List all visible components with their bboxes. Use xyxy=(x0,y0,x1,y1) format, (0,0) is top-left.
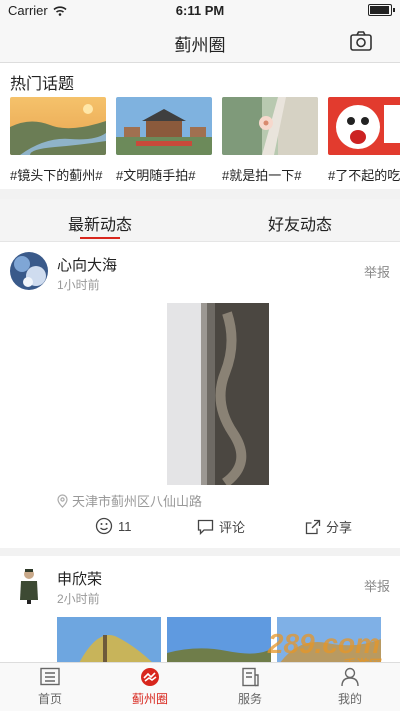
topic-label: #镜头下的蓟州# xyxy=(10,168,103,182)
tab-latest[interactable]: 最新动态 xyxy=(0,211,200,235)
tab-service[interactable]: 服务 xyxy=(200,667,300,707)
tab-label: 服务 xyxy=(237,692,262,706)
post-author[interactable]: 申欣荣 xyxy=(57,568,102,589)
post-photo[interactable] xyxy=(167,617,271,662)
topic-card[interactable]: #了不起的吃 xyxy=(328,97,400,182)
hot-topics-list: #镜头下的蓟州# #文明随手拍# #就是拍一下# #了不起的吃 xyxy=(10,97,400,182)
camera-icon[interactable] xyxy=(350,31,372,51)
clock: 6:11 PM xyxy=(175,3,225,18)
section-divider xyxy=(0,189,400,199)
like-button[interactable]: 11 xyxy=(95,517,132,535)
location-text: 天津市蓟州区八仙山路 xyxy=(72,494,203,509)
location-pin-icon xyxy=(57,493,68,508)
nav-bar: 蓟州圈 xyxy=(0,20,400,63)
status-bar: Carrier 6:11 PM xyxy=(0,0,400,20)
avatar[interactable] xyxy=(10,252,48,290)
profile-icon xyxy=(341,667,359,687)
like-count: 11 xyxy=(118,518,132,534)
topic-thumbnail xyxy=(10,97,106,155)
share-button[interactable]: 分享 xyxy=(305,517,352,536)
report-button[interactable]: 举报 xyxy=(364,262,390,281)
battery-icon xyxy=(368,4,395,16)
bottom-tab-bar: 首页 蓟州圈 服务 我的 xyxy=(0,662,400,711)
topic-card[interactable]: #镜头下的蓟州# xyxy=(10,97,106,182)
topic-thumbnail xyxy=(116,97,212,155)
post-photo[interactable] xyxy=(57,617,161,662)
tab-home[interactable]: 首页 xyxy=(0,667,100,707)
post-time: 2小时前 xyxy=(57,592,100,606)
service-icon xyxy=(242,667,259,687)
share-label: 分享 xyxy=(326,520,353,535)
post-location: 天津市蓟州区八仙山路 xyxy=(57,491,202,510)
tab-label: 我的 xyxy=(337,692,362,706)
tab-friends[interactable]: 好友动态 xyxy=(200,211,400,235)
topic-thumbnail xyxy=(222,97,318,155)
hot-topics-title: 热门话题 xyxy=(10,76,75,93)
tab-label: 首页 xyxy=(37,692,62,706)
post-time: 1小时前 xyxy=(57,278,100,292)
smile-icon xyxy=(95,517,113,535)
tab-label: 蓟州圈 xyxy=(131,692,168,706)
post-actions: 11 评论 分享 xyxy=(0,517,400,541)
active-tab-indicator xyxy=(80,237,120,239)
post-author[interactable]: 心向大海 xyxy=(57,254,117,275)
comment-label: 评论 xyxy=(219,520,246,535)
report-button[interactable]: 举报 xyxy=(364,576,390,595)
home-icon xyxy=(40,667,60,686)
jizhou-circle-icon xyxy=(141,668,159,686)
battery-level xyxy=(370,6,389,14)
tab-profile[interactable]: 我的 xyxy=(300,667,400,707)
tab-jizhou-circle[interactable]: 蓟州圈 xyxy=(100,667,200,707)
topic-card[interactable]: #就是拍一下# xyxy=(222,97,318,182)
topic-label: #就是拍一下# xyxy=(222,168,302,182)
avatar[interactable] xyxy=(10,566,48,604)
comment-button[interactable]: 评论 xyxy=(197,517,245,536)
feed-post: 心向大海 1小时前 举报 天津市蓟州区八仙山路 11 评论 分享 xyxy=(0,242,400,548)
share-icon xyxy=(305,519,321,534)
post-photo[interactable] xyxy=(167,303,269,485)
feed-tabs: 最新动态 好友动态 xyxy=(0,199,400,242)
topic-card[interactable]: #文明随手拍# xyxy=(116,97,212,182)
page-title: 蓟州圈 xyxy=(174,36,226,55)
post-separator xyxy=(0,548,400,556)
comment-icon xyxy=(197,519,214,535)
topic-thumbnail xyxy=(328,97,400,155)
topic-label: #了不起的吃 xyxy=(328,168,400,182)
topic-label: #文明随手拍# xyxy=(116,168,196,182)
